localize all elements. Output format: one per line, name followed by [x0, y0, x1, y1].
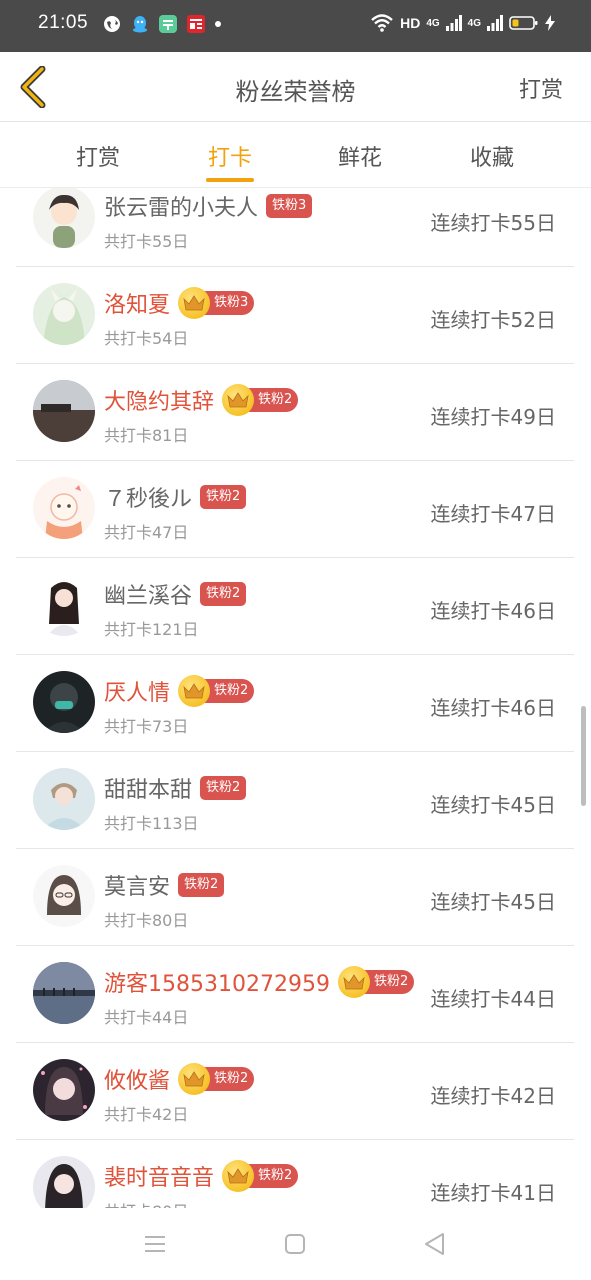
network-label: HD — [400, 15, 421, 31]
user-name[interactable]: 甜甜本甜 — [104, 772, 192, 804]
home-square-icon[interactable] — [281, 1230, 309, 1258]
crown-icon — [222, 384, 255, 416]
total-checkins: 共打卡44日 — [104, 1008, 189, 1027]
avatar — [33, 865, 95, 927]
user-name[interactable]: 张云雷的小夫人 — [104, 190, 258, 222]
streak-days: 连续打卡41日 — [430, 1181, 556, 1205]
streak-days: 连续打卡46日 — [430, 696, 556, 720]
tip-button[interactable]: 打赏 — [519, 72, 563, 104]
avatar — [33, 283, 95, 345]
header-bar: 粉丝荣誉榜 打赏 — [0, 52, 591, 122]
status-bar: 21:05 HD 4G 4G — [0, 0, 591, 52]
back-triangle-icon[interactable] — [421, 1230, 449, 1258]
user-name[interactable]: 裴时音音音 — [104, 1160, 214, 1192]
streak-days: 连续打卡42日 — [430, 1084, 556, 1108]
fan-level-badge: 铁粉2 — [200, 485, 247, 509]
fan-level-badge: 铁粉2 — [200, 582, 247, 606]
globe-icon — [104, 16, 120, 32]
list-item[interactable]: 厌人情 铁粉2 共打卡73日 连续打卡46日 — [16, 655, 574, 752]
page-title: 粉丝荣誉榜 — [235, 78, 356, 106]
streak-days: 连续打卡49日 — [430, 405, 556, 429]
user-name[interactable]: 大隐约其辞 — [104, 384, 214, 416]
charging-icon — [545, 15, 555, 31]
list-item[interactable]: 大隐约其辞 铁粉2 共打卡81日 连续打卡49日 — [16, 364, 574, 461]
user-name[interactable]: 厌人情 — [104, 675, 170, 707]
status-system-icons: HD 4G 4G — [370, 13, 555, 33]
avatar — [33, 188, 95, 248]
signal-label-1: 4G — [426, 17, 440, 29]
wifi-icon — [371, 14, 393, 32]
crown-icon — [222, 1160, 255, 1192]
streak-days: 连续打卡55日 — [430, 211, 556, 235]
total-checkins: 共打卡121日 — [104, 620, 199, 639]
active-tab-indicator — [206, 178, 254, 182]
avatar — [33, 768, 95, 830]
status-notification-icons — [102, 14, 222, 34]
battery-icon — [509, 16, 538, 30]
avatar — [33, 1059, 95, 1121]
avatar — [33, 962, 95, 1024]
total-checkins: 共打卡81日 — [104, 426, 189, 445]
streak-days: 连续打卡47日 — [430, 502, 556, 526]
total-checkins: 共打卡55日 — [104, 232, 189, 251]
fan-level-badge: 铁粉3 — [266, 194, 313, 218]
list-item[interactable]: 洛知夏 铁粉3 共打卡54日 连续打卡52日 — [16, 267, 574, 364]
list-item[interactable]: 莫言安 铁粉2 共打卡80日 连续打卡45日 — [16, 849, 574, 946]
user-name[interactable]: 游客1585310272959 — [104, 966, 330, 998]
dot-icon — [215, 21, 221, 27]
signal-icon-2 — [487, 15, 503, 31]
streak-days: 连续打卡45日 — [430, 793, 556, 817]
total-checkins: 共打卡113日 — [104, 814, 199, 833]
total-checkins: 共打卡80日 — [104, 911, 189, 930]
status-time: 21:05 — [38, 12, 89, 33]
user-name[interactable]: ７秒後ル — [104, 481, 192, 513]
total-checkins: 共打卡42日 — [104, 1105, 189, 1124]
user-name[interactable]: 幽兰溪谷 — [104, 578, 192, 610]
avatar — [33, 574, 95, 636]
tab-tip[interactable]: 打赏 — [48, 140, 148, 172]
crown-icon — [178, 675, 211, 707]
list-item[interactable]: 幽兰溪谷 铁粉2 共打卡121日 连续打卡46日 — [16, 558, 574, 655]
fan-level-badge: 铁粉2 — [200, 776, 247, 800]
streak-days: 连续打卡52日 — [430, 308, 556, 332]
total-checkins: 共打卡54日 — [104, 329, 189, 348]
crown-icon — [337, 966, 370, 998]
list-item[interactable]: 张云雷的小夫人 铁粉3 共打卡55日 连续打卡55日 — [16, 188, 574, 267]
user-name[interactable]: 莫言安 — [104, 869, 170, 901]
avatar — [33, 671, 95, 733]
system-nav-bar — [0, 1208, 591, 1280]
app-icon — [159, 15, 177, 33]
list-item[interactable]: 裴时音音音 铁粉2 共打卡80日 连续打卡41日 — [16, 1140, 574, 1208]
list-item[interactable]: 游客1585310272959 铁粉2 共打卡44日 连续打卡44日 — [16, 946, 574, 1043]
tab-flowers[interactable]: 鲜花 — [310, 140, 410, 172]
total-checkins: 共打卡47日 — [104, 523, 189, 542]
crown-icon — [178, 287, 211, 319]
streak-days: 连续打卡46日 — [430, 599, 556, 623]
news-icon — [187, 15, 205, 33]
ranking-list: 张云雷的小夫人 铁粉3 共打卡55日 连续打卡55日 洛知夏 铁粉3 共打卡54… — [0, 188, 591, 1208]
streak-days: 连续打卡45日 — [430, 890, 556, 914]
user-name[interactable]: 洛知夏 — [104, 287, 170, 319]
list-item[interactable]: 攸攸酱 铁粉2 共打卡42日 连续打卡42日 — [16, 1043, 574, 1140]
list-item[interactable]: 甜甜本甜 铁粉2 共打卡113日 连续打卡45日 — [16, 752, 574, 849]
avatar — [33, 477, 95, 539]
total-checkins: 共打卡80日 — [104, 1198, 188, 1208]
list-item[interactable]: ７秒後ル 铁粉2 共打卡47日 连续打卡47日 — [16, 461, 574, 558]
tab-favorites[interactable]: 收藏 — [442, 140, 542, 172]
qq-icon — [133, 16, 147, 33]
avatar — [33, 380, 95, 442]
total-checkins: 共打卡73日 — [104, 717, 189, 736]
signal-label-2: 4G — [467, 17, 481, 29]
crown-icon — [178, 1063, 211, 1095]
fan-level-badge: 铁粉2 — [178, 873, 225, 897]
scrollbar[interactable] — [581, 706, 586, 806]
tab-bar: 打赏 打卡 鲜花 收藏 — [0, 122, 591, 188]
user-name[interactable]: 攸攸酱 — [104, 1063, 170, 1095]
avatar — [33, 1156, 95, 1208]
streak-days: 连续打卡44日 — [430, 987, 556, 1011]
menu-icon[interactable] — [141, 1230, 169, 1258]
signal-icon — [445, 15, 462, 31]
tab-checkin[interactable]: 打卡 — [180, 140, 280, 172]
